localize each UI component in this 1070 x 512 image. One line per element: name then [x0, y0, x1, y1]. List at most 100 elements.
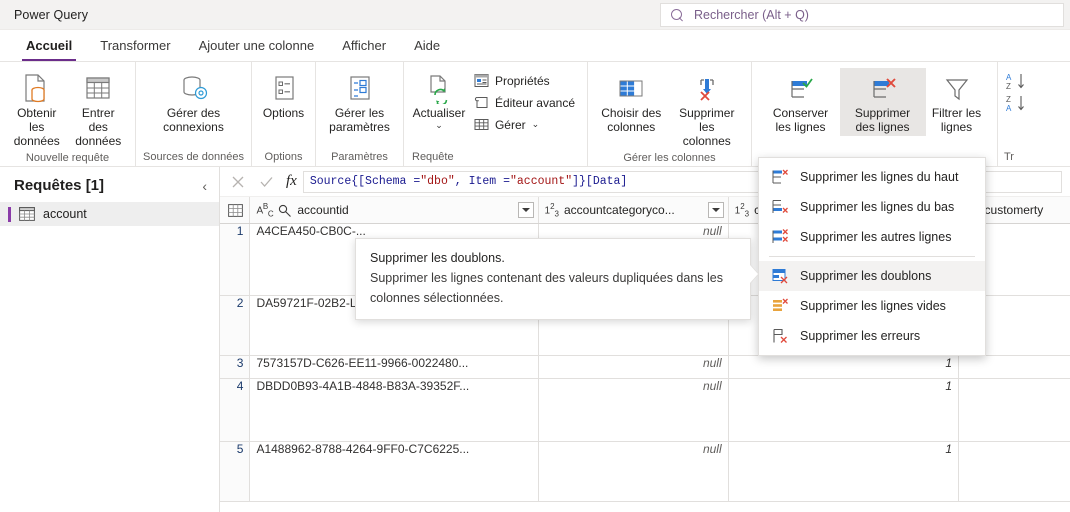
ribbon-tabs: Accueil Transformer Ajouter une colonne … — [0, 30, 1070, 62]
queries-pane: Requêtes [1] ‹ account — [0, 167, 220, 512]
sort-az-icon: A Z — [1006, 73, 1024, 91]
row-number: 5 — [220, 441, 251, 502]
ribbon-group-nouvelle-requete: Obtenir les données Entrer des données N… — [0, 62, 135, 166]
advanced-editor-button[interactable]: Éditeur avancé — [468, 93, 581, 112]
tab-accueil[interactable]: Accueil — [12, 30, 86, 61]
formula-accept-button[interactable] — [252, 171, 280, 193]
cell-accountid[interactable]: A1488962-8788-4264-9FF0-C7C6225... — [249, 441, 539, 502]
sort-za-button[interactable]: Z A — [1006, 94, 1028, 114]
remove-columns-label: Supprimer les colonnes — [679, 106, 735, 148]
cell-customersizecode[interactable]: 1 — [728, 441, 960, 502]
menu-item-supprimer-les-lignes-du-bas[interactable]: Supprimer les lignes du bas — [759, 192, 985, 222]
column-header-label: accountcategoryco... — [563, 203, 675, 217]
cell-accountcategorycode[interactable]: null — [538, 441, 729, 502]
manage-button[interactable]: Gérer ⌄ — [468, 115, 581, 134]
tooltip-body: Supprimer les lignes contenant des valeu… — [370, 271, 723, 305]
advanced-editor-label: Éditeur avancé — [494, 95, 575, 110]
cell-customersizecode[interactable]: 1 — [728, 355, 960, 379]
ribbon-group-trier: A Z Z A Tr — [997, 62, 1057, 166]
formula-cancel-button[interactable] — [224, 171, 252, 193]
title-bar: Power Query Rechercher (Alt + Q) — [0, 0, 1070, 30]
manage-label: Gérer — [494, 117, 526, 132]
column-header-accountid[interactable]: ABC accountid — [249, 197, 539, 224]
options-button[interactable]: Options — [257, 68, 311, 122]
table-row[interactable]: 3 7573157D-C626-EE11-9966-0022480... nul… — [220, 355, 1070, 379]
properties-button[interactable]: Propriétés — [468, 71, 581, 90]
remove-duplicates-icon — [771, 267, 789, 285]
type-icon-number: 123 — [734, 201, 750, 219]
get-data-icon — [22, 72, 52, 106]
enter-data-button[interactable]: Entrer des données — [68, 68, 130, 150]
column-header-label: accountid — [297, 203, 349, 217]
remove-rows-label: Supprimer des lignes — [854, 106, 911, 134]
menu-item-label: Supprimer les autres lignes — [800, 230, 952, 244]
queries-title: Requêtes [1] — [14, 177, 105, 194]
tab-aide[interactable]: Aide — [400, 30, 454, 61]
column-header-accountcategorycode[interactable]: 123 accountcategoryco... — [538, 197, 729, 224]
grid-corner-button[interactable] — [220, 197, 251, 224]
cell-customersizecode[interactable]: 1 — [728, 378, 960, 442]
remove-blank-rows-icon — [771, 297, 789, 315]
menu-item-supprimer-les-autres-lignes[interactable]: Supprimer les autres lignes — [759, 222, 985, 252]
remove-rows-menu: Supprimer les lignes du haut Supprimer l… — [758, 157, 986, 356]
tab-transformer[interactable]: Transformer — [86, 30, 184, 61]
column-filter-button[interactable] — [517, 202, 534, 218]
table-row[interactable]: 5 A1488962-8788-4264-9FF0-C7C6225... nul… — [220, 441, 1070, 502]
table-row[interactable]: 4 DBDD0B93-4A1B-4848-B83A-39352F... null… — [220, 378, 1070, 442]
cell-accountcategorycode[interactable]: null — [538, 355, 729, 379]
tooltip-title: Supprimer les doublons. — [370, 251, 505, 265]
ribbon-group-options: Options Options — [251, 62, 315, 166]
enter-data-label: Entrer des données — [75, 106, 122, 148]
query-item-account[interactable]: account — [0, 202, 219, 226]
menu-item-supprimer-les-doublons[interactable]: Supprimer les doublons — [759, 261, 985, 291]
properties-label: Propriétés — [494, 73, 550, 88]
tab-ajouter-une-colonne[interactable]: Ajouter une colonne — [185, 30, 329, 61]
menu-item-label: Supprimer les doublons — [800, 269, 932, 283]
chevron-down-icon[interactable]: ⌄ — [435, 120, 443, 131]
remove-rows-icon — [868, 72, 898, 106]
cell-accountid[interactable]: 7573157D-C626-EE11-9966-0022480... — [249, 355, 539, 379]
column-filter-button[interactable] — [707, 202, 724, 218]
row-number: 3 — [220, 355, 251, 379]
refresh-button[interactable]: Actualiser ⌄ — [410, 68, 468, 133]
remove-bottom-rows-icon — [771, 198, 789, 216]
row-number: 2 — [220, 295, 251, 356]
cell-customertype[interactable]: 1 — [958, 378, 1070, 442]
menu-item-label: Supprimer les lignes vides — [800, 299, 946, 313]
chevron-left-icon[interactable]: ‹ — [202, 178, 207, 194]
options-icon — [270, 72, 298, 106]
tab-afficher[interactable]: Afficher — [328, 30, 400, 61]
ribbon-group-sources-de-donnees: Gérer des connexions Sources de données — [135, 62, 251, 166]
choose-columns-label: Choisir des colonnes — [601, 106, 662, 134]
sort-az-button[interactable]: A Z — [1006, 72, 1028, 92]
remove-rows-button[interactable]: Supprimer des lignes — [839, 68, 926, 136]
app-title: Power Query — [14, 7, 89, 22]
manage-connections-icon — [177, 72, 211, 106]
cell-customertype[interactable]: 1 — [958, 441, 1070, 502]
menu-item-supprimer-les-erreurs[interactable]: Supprimer les erreurs — [759, 321, 985, 351]
ribbon-group-label: Tr — [1004, 151, 1014, 163]
svg-text:Z: Z — [1006, 82, 1011, 91]
remove-columns-button[interactable]: Supprimer les colonnes — [669, 68, 745, 150]
ribbon: Obtenir les données Entrer des données N… — [0, 62, 1070, 167]
cell-accountcategorycode[interactable]: null — [538, 378, 729, 442]
options-label: Options — [262, 106, 305, 120]
manage-connections-button[interactable]: Gérer des connexions — [148, 68, 240, 136]
chevron-down-icon[interactable]: ⌄ — [532, 119, 540, 130]
cell-accountid[interactable]: DBDD0B93-4A1B-4848-B83A-39352F... — [249, 378, 539, 442]
query-selection-bar — [8, 206, 11, 222]
manage-parameters-button[interactable]: Gérer les paramètres — [322, 68, 397, 136]
formula-token: , Item = — [454, 175, 510, 188]
choose-columns-button[interactable]: Choisir des colonnes — [594, 68, 669, 136]
menu-item-label: Supprimer les erreurs — [800, 329, 921, 343]
get-data-button[interactable]: Obtenir les données — [6, 68, 68, 150]
search-input[interactable]: Rechercher (Alt + Q) — [660, 3, 1064, 27]
manage-parameters-label: Gérer les paramètres — [329, 106, 390, 134]
ribbon-group-requete: Actualiser ⌄ Propriétés Éditeur avancé G… — [403, 62, 587, 166]
remove-columns-icon — [692, 72, 722, 106]
cell-customertype[interactable]: 1 — [958, 355, 1070, 379]
keep-rows-button[interactable]: Conserver les lignes — [762, 68, 840, 136]
menu-item-supprimer-les-lignes-vides[interactable]: Supprimer les lignes vides — [759, 291, 985, 321]
menu-item-supprimer-les-lignes-du-haut[interactable]: Supprimer les lignes du haut — [759, 162, 985, 192]
filter-rows-button[interactable]: Filtrer les lignes — [926, 68, 988, 136]
